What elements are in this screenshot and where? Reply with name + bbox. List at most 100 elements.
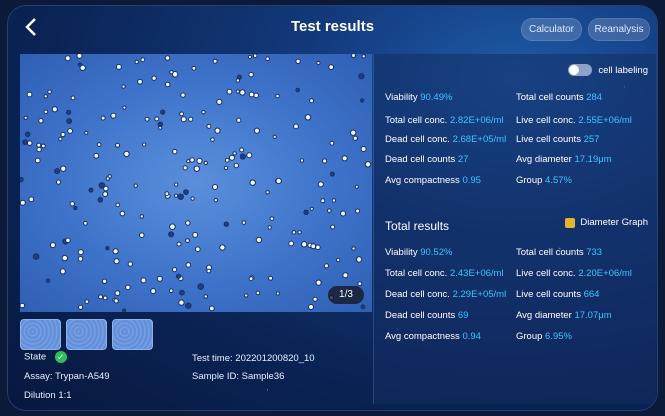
cell-dot [88, 187, 94, 193]
total-live-counts: Live cell counts 664 [516, 289, 600, 300]
cell-dot [247, 54, 253, 60]
cell-dot [175, 273, 182, 279]
cell-dot [320, 198, 326, 204]
current-viability: Viability 90.49% [385, 92, 453, 103]
current-dead-counts: Dead cell counts 27 [385, 154, 469, 165]
cell-dot [115, 142, 121, 148]
calculator-button[interactable]: Calculator [521, 18, 582, 41]
cell-dot [246, 152, 253, 159]
cell-dot [359, 98, 365, 103]
cell-dot [185, 262, 192, 268]
cell-dot [164, 81, 171, 88]
cell-dot [114, 290, 121, 297]
cell-dot [291, 230, 297, 235]
current-group: Group 4.57% [516, 175, 572, 186]
cell-dot [224, 157, 230, 163]
cell-dot [336, 257, 341, 263]
cell-dot [214, 127, 221, 134]
cell-dot [32, 253, 40, 260]
cell-dot [252, 54, 258, 58]
image-thumbnail-2[interactable] [66, 319, 107, 350]
reanalysis-button[interactable]: Reanalysis [588, 18, 650, 41]
cell-dot [360, 304, 366, 310]
cell-labeling-toggle[interactable] [568, 64, 593, 76]
cell-dot [169, 70, 174, 75]
cell-dot [115, 202, 120, 208]
cell-dot [268, 275, 274, 281]
cell-dot [355, 256, 363, 263]
cell-dot [293, 123, 299, 130]
image-thumbnail-1[interactable] [20, 319, 61, 350]
cell-dot [26, 140, 33, 146]
cell-dot [317, 181, 324, 188]
cell-dot [36, 142, 42, 148]
cell-dot [139, 214, 145, 219]
microscope-image[interactable]: 1/3 [20, 54, 372, 312]
cell-dot [190, 196, 195, 201]
current-live-counts: Live cell counts 257 [516, 134, 600, 145]
current-total-conc: Total cell conc. 2.82E+06/ml [385, 115, 504, 126]
cell-dot [248, 276, 254, 282]
cell-dot [174, 193, 179, 198]
total-total-counts: Total cell counts 733 [516, 247, 603, 258]
cell-dot [248, 91, 255, 98]
cell-dot [267, 225, 272, 230]
cell-dot [164, 191, 170, 197]
cell-dot [133, 183, 138, 188]
cell-dot [101, 278, 108, 285]
cell-dot [84, 130, 89, 135]
cell-dot [354, 184, 359, 189]
cell-dot [61, 254, 68, 262]
cell-dot [169, 288, 174, 293]
cell-dot [193, 165, 201, 172]
cell-dot [185, 302, 192, 309]
cell-dot [144, 116, 150, 122]
cell-dot [77, 256, 84, 262]
cell-dot [253, 92, 259, 99]
image-thumbnail-3[interactable] [112, 319, 153, 350]
cell-dot [43, 109, 49, 115]
current-avg-compactness: Avg compactness 0.95 [385, 175, 481, 186]
cell-dot [239, 89, 246, 96]
cell-dot [97, 197, 104, 203]
cell-dot [125, 284, 131, 291]
cell-dot [226, 88, 233, 95]
cell-dot [297, 230, 302, 235]
cell-dot [229, 154, 235, 161]
cell-dot [322, 158, 328, 164]
cell-dot [329, 140, 335, 146]
cell-dot [113, 298, 119, 304]
cell-dot [127, 261, 134, 267]
cell-dot [54, 168, 61, 175]
chart-icon [565, 217, 576, 228]
cell-dot [173, 182, 179, 187]
cell-dot [316, 60, 321, 66]
cell-dot [192, 231, 199, 238]
cell-dot [182, 165, 188, 171]
total-dead-counts: Dead cell counts 69 [385, 310, 469, 321]
current-total-counts: Total cell counts 284 [516, 92, 603, 103]
cell-dot [303, 209, 309, 216]
cell-dot [241, 220, 247, 225]
cell-dot [191, 65, 197, 71]
cell-dot [43, 94, 48, 99]
cell-dot [249, 179, 256, 186]
cell-dot [93, 152, 100, 159]
cell-dot [213, 198, 219, 203]
cell-dot [223, 165, 229, 171]
total-avg-compactness: Avg compactness 0.94 [385, 331, 481, 342]
cell-dot [122, 308, 127, 312]
diameter-graph-button[interactable]: Diameter Graph [565, 217, 648, 228]
cell-dot [189, 157, 195, 163]
cell-dot [315, 279, 322, 286]
cell-dot [77, 249, 84, 256]
cell-dot [78, 304, 84, 310]
cell-dot [140, 57, 146, 63]
cell-dot [183, 189, 189, 196]
cell-dot [295, 87, 301, 93]
cell-dot [36, 146, 42, 153]
cell-dot [212, 184, 218, 190]
diameter-graph-label: Diameter Graph [580, 217, 648, 228]
cell-labeling-label: cell labeling [598, 64, 648, 76]
cell-dot [83, 220, 88, 226]
